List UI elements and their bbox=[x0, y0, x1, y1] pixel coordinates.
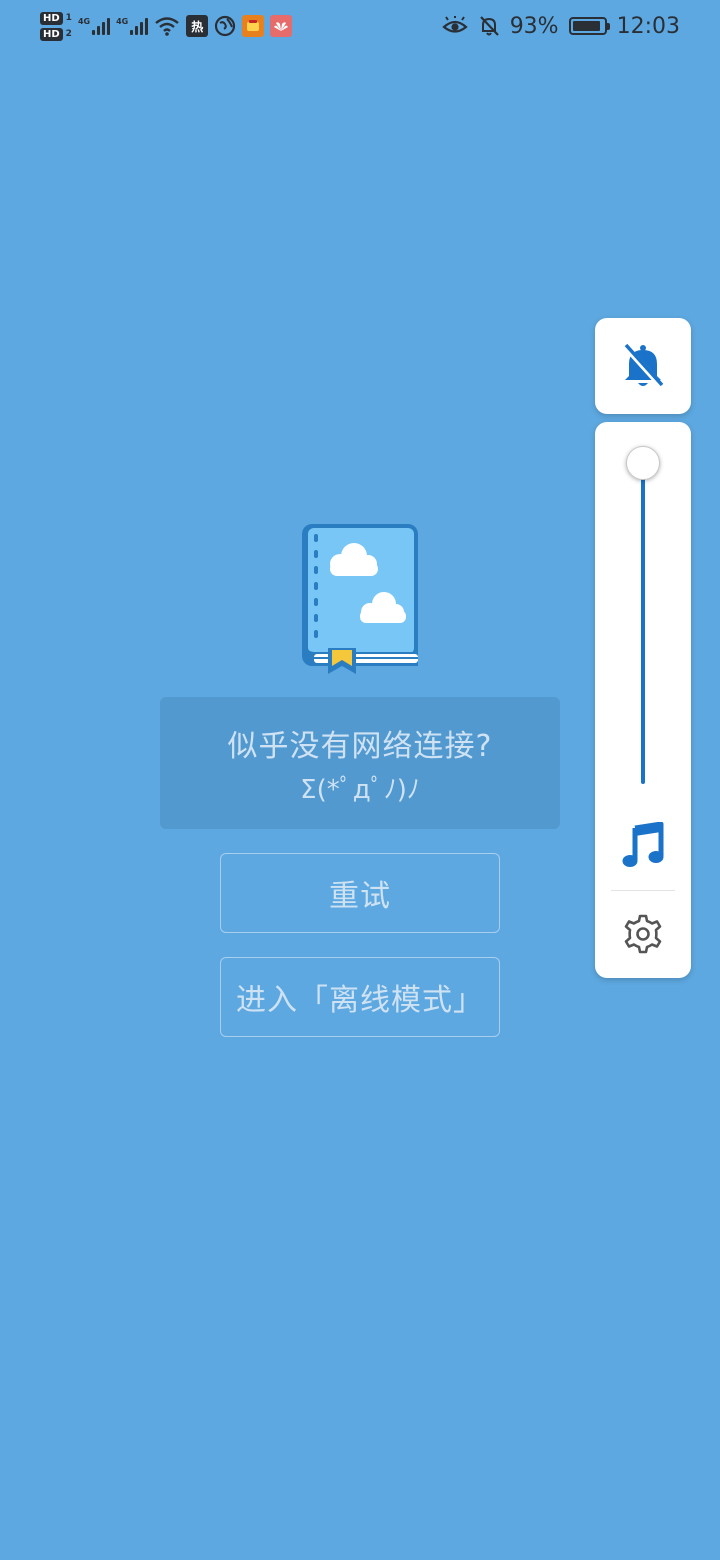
signal-bars-icon bbox=[92, 17, 111, 35]
volume-slider-track[interactable] bbox=[641, 462, 645, 784]
volume-slider-thumb[interactable] bbox=[626, 446, 660, 480]
status-left: HD 1 HD 2 4G 4G 热 bbox=[40, 6, 293, 46]
network-type-1: 4G bbox=[77, 17, 91, 26]
music-note-icon bbox=[622, 822, 664, 867]
message-title: 似乎没有网络连接? bbox=[227, 728, 493, 764]
gear-icon bbox=[624, 914, 662, 954]
wifi-icon bbox=[155, 17, 179, 36]
clock: 12:03 bbox=[616, 13, 680, 39]
hd-badge-1: HD bbox=[40, 11, 63, 25]
hd-indicators: HD 1 HD 2 bbox=[40, 11, 72, 41]
hd-badge-2: HD bbox=[40, 27, 63, 41]
book-illustration bbox=[302, 524, 418, 674]
audio-control-panel bbox=[595, 422, 691, 978]
signal-bars-icon bbox=[130, 17, 149, 35]
status-right: 93% 12:03 bbox=[442, 6, 680, 46]
mute-toggle-button[interactable] bbox=[595, 318, 691, 414]
network-type-2: 4G bbox=[116, 17, 129, 26]
battery-icon bbox=[568, 17, 610, 35]
settings-button[interactable] bbox=[621, 912, 665, 956]
offline-mode-button[interactable]: 进入「离线模式」 bbox=[220, 957, 500, 1037]
status-bar: HD 1 HD 2 4G 4G 热 93% 12:03 bbox=[0, 0, 720, 50]
battery-fill bbox=[572, 21, 601, 31]
retry-button[interactable]: 重试 bbox=[220, 853, 500, 933]
huawei-app-icon bbox=[270, 15, 293, 37]
no-network-message: 似乎没有网络连接? Σ(*ﾟдﾟﾉ)ﾉ bbox=[160, 697, 560, 829]
message-emoticon: Σ(*ﾟдﾟﾉ)ﾉ bbox=[300, 774, 420, 805]
sim-2-label: 2 bbox=[65, 29, 72, 39]
music-button[interactable] bbox=[619, 820, 667, 872]
panel-divider bbox=[611, 890, 675, 891]
eye-comfort-icon bbox=[442, 16, 468, 33]
signal-2: 4G bbox=[116, 17, 149, 35]
shopping-app-icon bbox=[242, 15, 265, 37]
bell-off-icon bbox=[622, 343, 664, 389]
battery-percent: 93% bbox=[509, 13, 559, 39]
globe-icon bbox=[215, 15, 236, 37]
hot-app-icon: 热 bbox=[186, 15, 209, 37]
sim-1-label: 1 bbox=[65, 13, 72, 23]
signal-1: 4G bbox=[77, 17, 111, 35]
mute-bell-icon bbox=[479, 16, 499, 36]
screen: HD 1 HD 2 4G 4G 热 93% 12:03 似乎没有网络连接? Σ(… bbox=[0, 0, 720, 1560]
